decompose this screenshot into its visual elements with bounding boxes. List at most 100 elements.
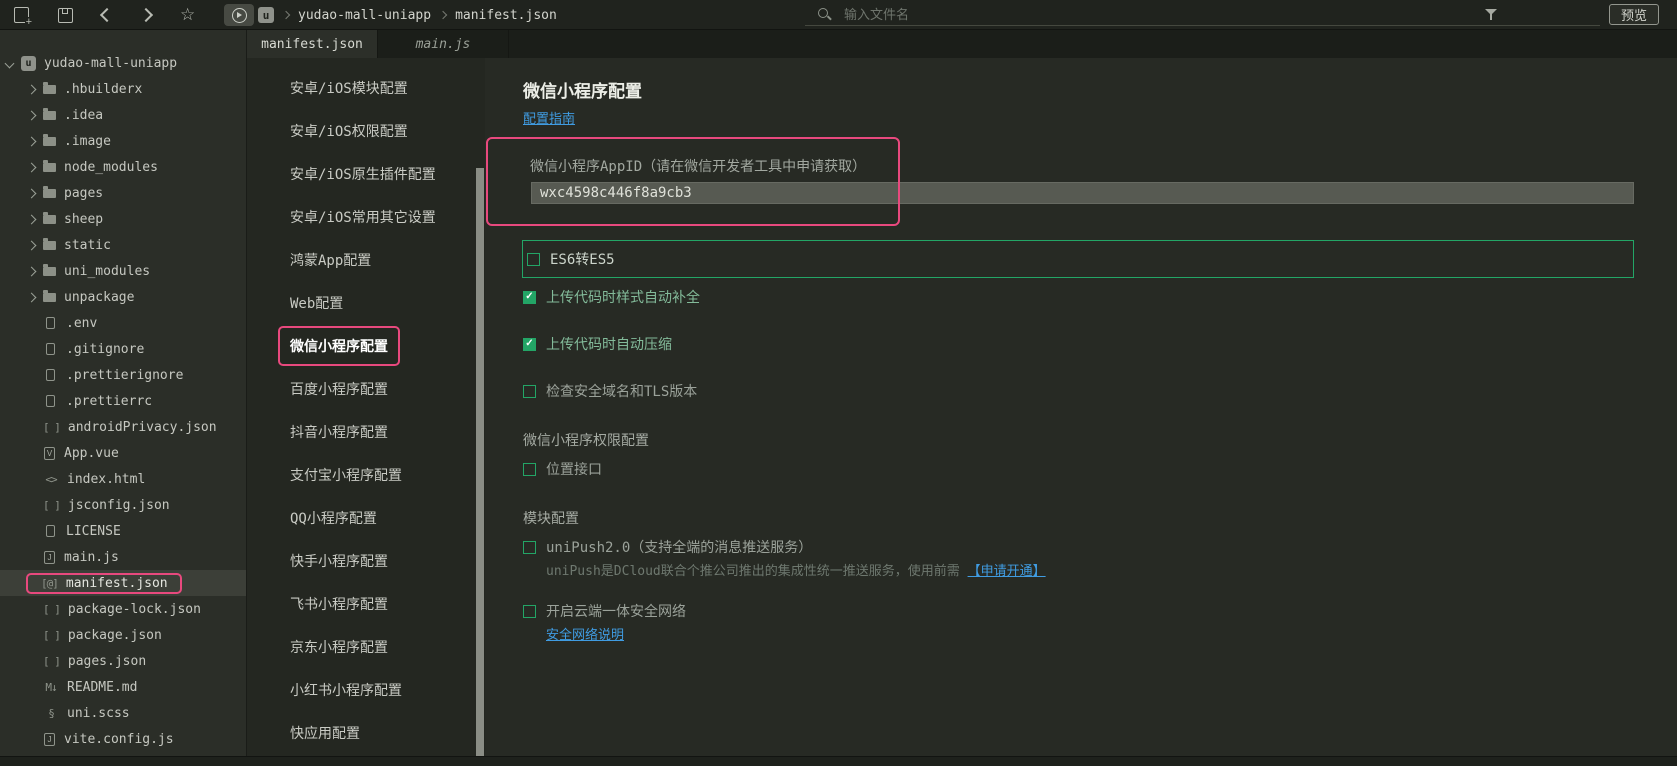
checkbox-label: 开启云端一体安全网络 — [546, 601, 686, 621]
config-nav-item[interactable]: 安卓/iOS模块配置 — [247, 66, 485, 109]
file-tree-item[interactable]: uyudao-mall-uniapp — [0, 50, 246, 76]
file-tree-item[interactable]: Jmain.js — [0, 544, 246, 570]
chevron-down-icon[interactable] — [5, 58, 15, 68]
config-nav-item[interactable]: 安卓/iOS权限配置 — [247, 109, 485, 152]
file-tree-item[interactable]: [ ]pages.json — [0, 648, 246, 674]
file-tree-item[interactable]: pages — [0, 180, 246, 206]
config-nav-item[interactable]: 快应用配置 — [247, 711, 485, 754]
file-tree-item[interactable]: node_modules — [0, 154, 246, 180]
breadcrumb-project[interactable]: yudao-mall-uniapp — [298, 8, 431, 23]
checkbox-unchecked[interactable] — [523, 541, 536, 554]
checkbox-row[interactable]: ✓上传代码时自动压缩 — [523, 334, 1677, 354]
bookmark-star-icon[interactable]: ☆ — [180, 7, 195, 24]
config-nav-item[interactable]: 小红书小程序配置 — [247, 668, 485, 711]
file-tree-item[interactable]: .env — [0, 310, 246, 336]
file-tree-item[interactable]: [ ]package-lock.json — [0, 596, 246, 622]
chevron-right-icon[interactable] — [27, 136, 37, 146]
file-tree-item[interactable]: .prettierignore — [0, 362, 246, 388]
file-tree-item[interactable]: sheep — [0, 206, 246, 232]
file-tree-item[interactable]: .hbuilderx — [0, 76, 246, 102]
config-guide-link[interactable]: 配置指南 — [523, 111, 575, 126]
checkbox-checked[interactable]: ✓ — [523, 291, 536, 304]
checkbox-row[interactable]: 检查安全域名和TLS版本 — [523, 381, 1677, 401]
file-name: pages.json — [68, 654, 146, 669]
checkbox-unchecked[interactable] — [523, 605, 536, 618]
config-nav-item[interactable]: 鸿蒙App配置 — [247, 238, 485, 281]
chevron-right-icon[interactable] — [27, 162, 37, 172]
file-tree-item[interactable]: .prettierrc — [0, 388, 246, 414]
file-tree-item[interactable]: LICENSE — [0, 518, 246, 544]
file-tree-item[interactable]: VApp.vue — [0, 440, 246, 466]
config-nav-item[interactable]: Web配置 — [247, 281, 485, 324]
appid-input[interactable] — [531, 182, 1634, 204]
file-tree-item[interactable]: [ ]package.json — [0, 622, 246, 648]
tab-main.js[interactable]: main.js — [378, 30, 509, 58]
file-tree-item[interactable]: unpackage — [0, 284, 246, 310]
file-icon — [46, 317, 55, 329]
config-nav-item[interactable]: 百度小程序配置 — [247, 367, 485, 410]
tab-manifest.json[interactable]: manifest.json — [247, 30, 378, 58]
section-label: 微信小程序权限配置 — [523, 430, 1677, 450]
js-file-icon: J — [44, 733, 55, 746]
checkbox-row[interactable]: 位置接口 — [523, 459, 1677, 479]
file-name: App.vue — [64, 446, 119, 461]
config-nav-item[interactable]: QQ小程序配置 — [247, 496, 485, 539]
file-name: main.js — [64, 550, 119, 565]
config-nav-item[interactable]: 京东小程序配置 — [247, 625, 485, 668]
config-nav-item[interactable]: 抖音小程序配置 — [247, 410, 485, 453]
project-icon: u — [21, 56, 36, 71]
forward-icon[interactable] — [139, 8, 153, 22]
preview-button[interactable]: 预览 — [1609, 4, 1659, 25]
checkbox-row[interactable]: uniPush2.0（支持全端的消息推送服务） — [523, 537, 1677, 557]
config-nav-item[interactable]: 快手小程序配置 — [247, 539, 485, 582]
chevron-right-icon[interactable] — [27, 240, 37, 250]
checkbox-row[interactable]: 开启云端一体安全网络 — [523, 601, 1677, 621]
file-tree-item[interactable]: static — [0, 232, 246, 258]
file-tree-item[interactable]: <>index.html — [0, 466, 246, 492]
chevron-right-icon[interactable] — [27, 266, 37, 276]
search-input[interactable] — [842, 6, 1486, 23]
file-search-box[interactable] — [805, 3, 1600, 26]
checkbox-unchecked[interactable] — [527, 253, 540, 266]
save-icon[interactable] — [58, 8, 73, 23]
checkbox-unchecked[interactable] — [523, 463, 536, 476]
file-tree-item[interactable]: [ ]jsconfig.json — [0, 492, 246, 518]
file-tree-item[interactable]: .idea — [0, 102, 246, 128]
chevron-right-icon[interactable] — [27, 292, 37, 302]
breadcrumb-file[interactable]: manifest.json — [455, 8, 557, 23]
file-tree-item[interactable]: .image — [0, 128, 246, 154]
file-tree-item[interactable]: §uni.scss — [0, 700, 246, 726]
file-tree-item[interactable]: [@]manifest.json — [0, 570, 246, 596]
chevron-right-icon[interactable] — [27, 84, 37, 94]
config-nav-item[interactable]: 安卓/iOS常用其它设置 — [247, 195, 485, 238]
security-network-link[interactable]: 安全网络说明 — [546, 627, 624, 642]
file-tree-item[interactable]: Jvite.config.js — [0, 726, 246, 752]
chevron-right-icon[interactable] — [27, 188, 37, 198]
config-nav-scrollbar[interactable] — [476, 168, 484, 756]
checkbox-row[interactable]: ✓上传代码时样式自动补全 — [523, 287, 1677, 307]
filter-icon[interactable] — [1485, 9, 1499, 21]
file-tree-item[interactable]: .gitignore — [0, 336, 246, 362]
checkbox-checked[interactable]: ✓ — [523, 338, 536, 351]
checkbox-label: uniPush2.0（支持全端的消息推送服务） — [546, 537, 812, 557]
new-file-icon[interactable] — [14, 7, 29, 23]
breadcrumb-separator-icon — [439, 11, 447, 19]
config-nav-item[interactable]: 支付宝小程序配置 — [247, 453, 485, 496]
file-tree-item[interactable]: [ ]androidPrivacy.json — [0, 414, 246, 440]
chevron-right-icon[interactable] — [27, 110, 37, 120]
config-nav-item[interactable]: 飞书小程序配置 — [247, 582, 485, 625]
chevron-right-icon[interactable] — [27, 214, 37, 224]
run-button[interactable] — [224, 4, 254, 26]
checkbox-unchecked[interactable] — [523, 385, 536, 398]
back-icon[interactable] — [100, 8, 114, 22]
folder-icon — [43, 293, 56, 302]
config-nav-item[interactable]: 微信小程序配置 — [247, 324, 485, 367]
file-tree-item[interactable]: uni_modules — [0, 258, 246, 284]
file-name: pages — [64, 186, 103, 201]
md-file-icon: M↓ — [43, 681, 59, 694]
file-name: androidPrivacy.json — [68, 420, 217, 435]
hbuilderx-window: ☆ u yudao-mall-uniapp manifest.json 预览 m… — [0, 0, 1677, 766]
config-nav-item[interactable]: 安卓/iOS原生插件配置 — [247, 152, 485, 195]
file-tree-item[interactable]: M↓README.md — [0, 674, 246, 700]
apply-activate-link[interactable]: 【申请开通】 — [968, 564, 1046, 579]
